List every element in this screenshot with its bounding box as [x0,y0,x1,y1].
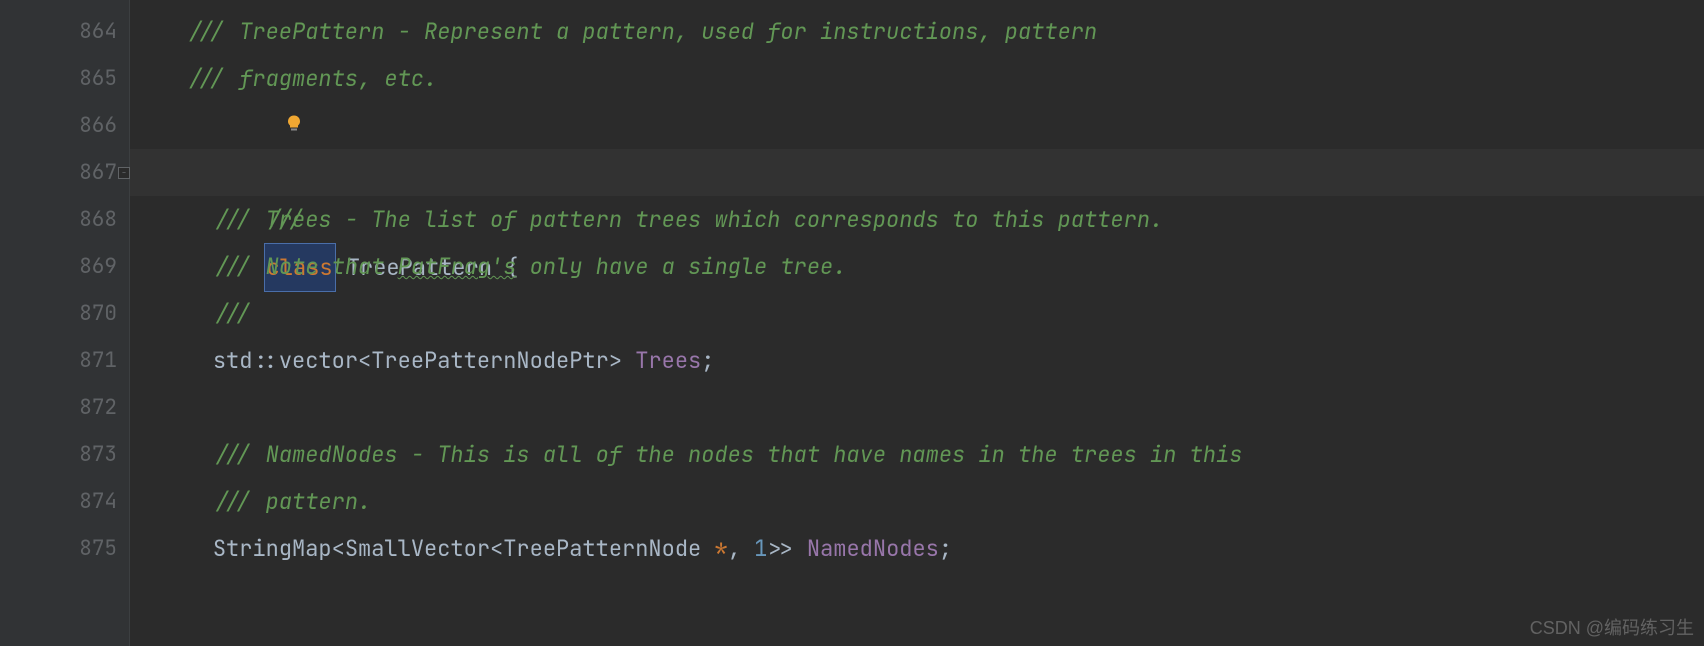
comment-text: /// Trees - The list of pattern trees wh… [213,205,1163,234]
code-line[interactable] [160,384,1704,431]
watermark-text: CSDN @编码练习生 [1530,614,1694,640]
code-line-current[interactable]: − class TreePattern { [130,149,1704,196]
intention-bulb-icon[interactable] [178,55,304,196]
code-line[interactable]: /// TreePattern - Represent a pattern, u… [160,8,1704,55]
line-number: 868 [0,196,129,243]
member-namednodes: NamedNodes [807,534,939,563]
type-smallvector: SmallVector [345,534,490,563]
type-param: TreePatternNodePtr [371,346,609,375]
line-number: 875 [0,525,129,572]
gutter: 864 865 866 867 868 869 870 871 872 873 … [0,0,130,646]
type-stringmap: StringMap [213,534,332,563]
spellcheck-warning[interactable]: PatFrag's [398,252,517,281]
numeric-literal: 1 [754,534,767,563]
code-line[interactable]: /// [160,102,1704,149]
line-number: 864 [0,8,129,55]
line-number: 872 [0,384,129,431]
comment-text: /// Note that PatFrag's only have a sing… [213,252,847,281]
code-editor[interactable]: 864 865 866 867 868 869 870 871 872 873 … [0,0,1704,646]
line-number: 871 [0,337,129,384]
namespace: std [213,346,253,375]
comment-text: /// pattern. [213,487,371,516]
code-line[interactable]: StringMap<SmallVector<TreePatternNode *,… [160,525,1704,572]
comment-text: /// TreePattern - Represent a pattern, u… [186,17,1097,46]
pointer-star: * [714,534,727,563]
line-number: 873 [0,431,129,478]
code-line[interactable]: /// pattern. [160,478,1704,525]
comment-text: /// [213,299,253,328]
code-line[interactable]: /// NamedNodes - This is all of the node… [160,431,1704,478]
comment-text: /// NamedNodes - This is all of the node… [213,440,1243,469]
type-node: TreePatternNode [503,534,701,563]
line-number: 869 [0,243,129,290]
fold-toggle-icon[interactable]: − [118,167,130,179]
code-line[interactable]: /// Note that PatFrag's only have a sing… [160,243,1704,290]
line-number: 870 [0,290,129,337]
type-vector: vector [279,346,358,375]
code-line[interactable]: /// [160,290,1704,337]
member-trees: Trees [635,346,701,375]
line-number: 874 [0,478,129,525]
line-number: 867 [0,149,129,196]
line-number: 866 [0,102,129,149]
code-line[interactable]: /// fragments, etc. [160,55,1704,102]
code-area[interactable]: /// TreePattern - Represent a pattern, u… [130,0,1704,646]
code-line[interactable]: /// Trees - The list of pattern trees wh… [160,196,1704,243]
code-line[interactable]: std::vector<TreePatternNodePtr> Trees; [160,337,1704,384]
line-number: 865 [0,55,129,102]
